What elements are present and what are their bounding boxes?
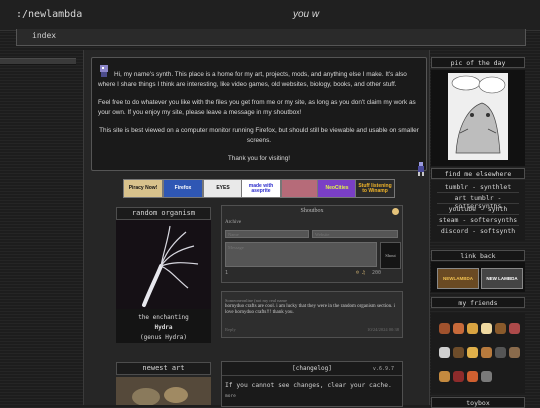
website-input[interactable] <box>312 230 398 238</box>
smiley-icon[interactable] <box>392 208 399 215</box>
friend-button-icon[interactable] <box>439 323 450 334</box>
newest-art-header: newest art <box>116 362 211 375</box>
page-indicator[interactable]: 1 <box>225 270 228 276</box>
elsewhere-panel: tumblr - synthlet art tumblr - softersyn… <box>431 180 525 241</box>
organism-genus: (genus Hydra) <box>140 334 187 341</box>
friend-button-icon[interactable] <box>467 371 478 382</box>
badge-piracy[interactable]: Piracy Now! <box>123 179 163 198</box>
shout-author[interactable]: Someoneonline (not my real name <box>225 298 287 303</box>
intro-box: Hi, my name's synth. This place is a hom… <box>91 57 427 171</box>
message-input[interactable] <box>225 242 377 267</box>
link-steam[interactable]: steam - softersynths <box>431 216 525 224</box>
organism-name[interactable]: Hydra <box>116 324 211 331</box>
hydra-image[interactable] <box>116 220 211 309</box>
friend-button-icon[interactable] <box>439 371 450 382</box>
changelog-text: If you cannot see changes, clear your ca… <box>225 382 392 389</box>
badge-firefox[interactable]: Firefox <box>163 179 203 198</box>
potd-header: pic of the day <box>431 57 525 68</box>
linkback-badge-2[interactable]: NEW LAMBDA <box>481 268 523 289</box>
link-divider <box>437 203 519 204</box>
linkback-panel: NEWLAMBDA NEW LAMBDA <box>431 262 525 292</box>
archive-link[interactable]: Archive <box>225 220 241 225</box>
site-path[interactable]: :/newlambda <box>16 9 82 20</box>
intro-paragraph-2: Feel free to do whatever you like with t… <box>98 99 416 116</box>
shout-text: hornyduo crafts are cool. i am lucky tha… <box>225 304 395 315</box>
badge-winamp[interactable]: Stuff listening to Winamp <box>355 179 395 198</box>
linkback-header: link back <box>431 250 525 261</box>
friend-button-icon[interactable] <box>439 347 450 358</box>
badge-eyes[interactable]: EYES <box>203 179 243 198</box>
friend-button-icon[interactable] <box>509 347 520 358</box>
left-divider <box>0 58 76 65</box>
friend-button-icon[interactable] <box>481 371 492 382</box>
left-column <box>0 50 76 405</box>
friend-button-icon[interactable] <box>481 347 492 358</box>
link-divider <box>437 214 519 215</box>
friend-button-icon[interactable] <box>481 323 492 334</box>
changelog-version: v.6.9.7 <box>372 366 394 372</box>
newest-art-image[interactable] <box>116 377 211 405</box>
char-counter: 200 <box>372 270 382 276</box>
badge-anime[interactable] <box>281 179 321 198</box>
friend-button-icon[interactable] <box>467 347 478 358</box>
friend-button-icon[interactable] <box>453 347 464 358</box>
organism-caption: the enchanting <box>138 314 189 321</box>
friend-button-icon[interactable] <box>509 323 520 334</box>
linkback-badge-1[interactable]: NEWLAMBDA <box>437 268 479 289</box>
reply-link[interactable]: Reply <box>225 327 236 332</box>
shoutbox: Shoutbox Archive Shout 1 ☺ ♫ 200 <box>221 205 403 283</box>
friend-button-icon[interactable] <box>453 371 464 382</box>
pic-of-the-day-image[interactable] <box>448 73 508 160</box>
link-discord[interactable]: discord - softsynth <box>431 227 525 235</box>
nav-link-index[interactable]: index <box>32 31 56 40</box>
top-bar: :/newlambda you w <box>0 0 540 31</box>
intro-paragraph-4: Thank you for visiting! <box>227 155 291 162</box>
link-divider <box>437 192 519 193</box>
friend-button-icon[interactable] <box>495 347 506 358</box>
shout-date: 10/24/2024 00:38 <box>367 327 399 332</box>
changelog-more-link[interactable]: more <box>225 394 236 399</box>
badge-aseprite[interactable]: made with aseprite <box>241 179 281 198</box>
changelog-panel: [changelog] v.6.9.7 If you cannot see ch… <box>221 361 403 407</box>
shoutbox-title: Shoutbox <box>300 208 324 214</box>
intro-paragraph-3: This site is best viewed on a computer m… <box>99 127 419 144</box>
friend-button-icon[interactable] <box>495 323 506 334</box>
changelog-divider <box>222 375 402 376</box>
shout-button[interactable]: Shout <box>380 242 401 269</box>
organism-header: random organism <box>116 207 211 220</box>
link-tumblr[interactable]: tumblr - synthlet <box>431 183 525 191</box>
friend-button-icon[interactable] <box>453 323 464 334</box>
mascot-icon <box>418 162 424 176</box>
friend-button-icon[interactable] <box>467 323 478 334</box>
friends-panel <box>431 313 525 393</box>
badge-neocities[interactable]: NeoCities <box>317 179 357 198</box>
right-sidebar: pic of the day find me elsewhere tumblr … <box>431 57 525 408</box>
toybox-header: toybox <box>431 397 525 408</box>
link-divider <box>437 225 519 226</box>
art-thumbnail <box>116 377 211 405</box>
potd-panel <box>431 70 525 166</box>
link-youtube[interactable]: youtube - synth <box>431 205 525 213</box>
badge-row: Piracy Now! Firefox EYES made with asepr… <box>123 179 423 198</box>
elsewhere-header: find me elsewhere <box>431 168 525 179</box>
intro-paragraph-1: Hi, my name's synth. This place is a hom… <box>98 71 407 88</box>
nav-bar: index <box>16 29 526 46</box>
emoji-icon[interactable]: ☺ ♫ <box>356 270 365 276</box>
site-tagline: you w <box>293 9 320 20</box>
friends-header: my friends <box>431 297 525 308</box>
organism-panel: the enchanting Hydra (genus Hydra) <box>116 220 211 343</box>
shout-message: Someoneonline (not my real name hornyduo… <box>221 291 403 338</box>
name-input[interactable] <box>225 230 309 238</box>
